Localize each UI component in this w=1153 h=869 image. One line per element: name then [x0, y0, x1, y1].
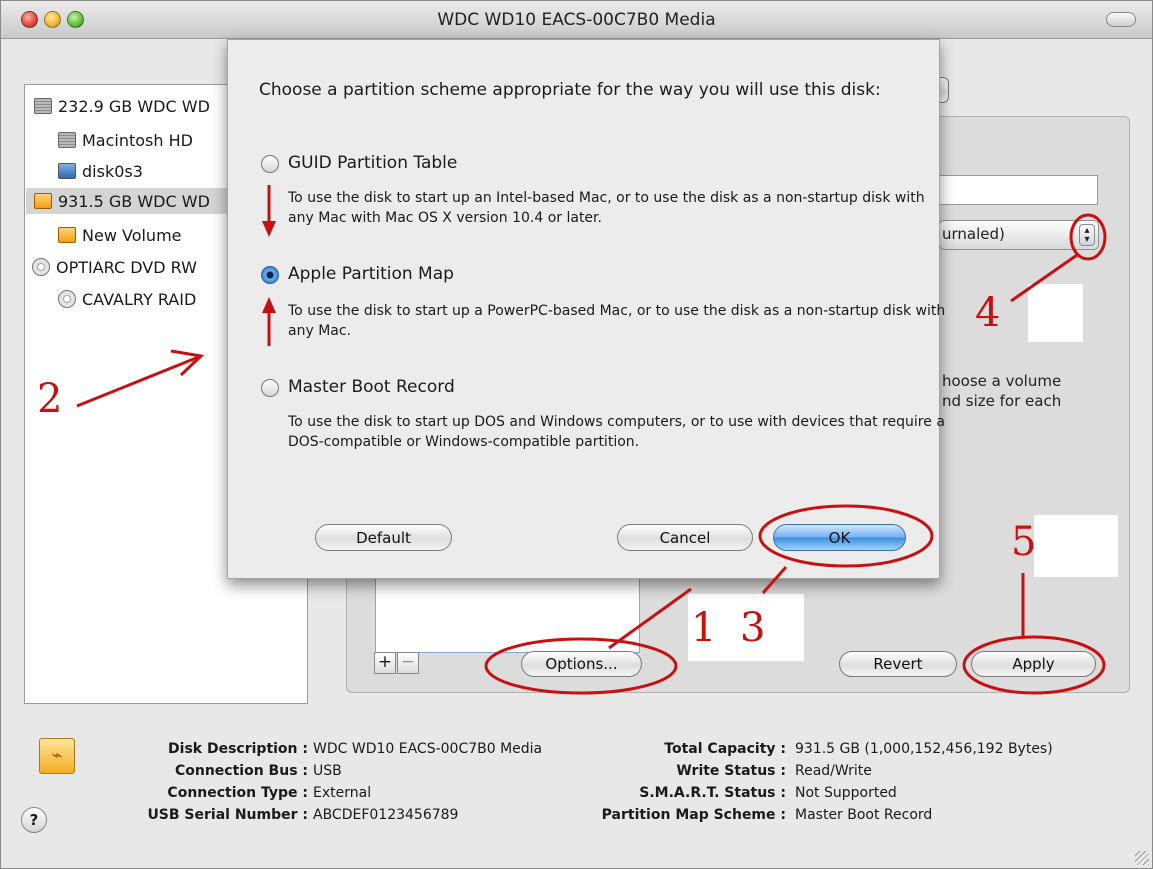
connection-type-value: External [313, 785, 372, 801]
optical-drive-icon [32, 258, 50, 276]
usb-serial-number-label: USB Serial Number : [147, 807, 308, 823]
sidebar-item-new-volume[interactable]: New Volume [58, 222, 182, 248]
format-popup-value: urnaled) [942, 225, 1005, 243]
connection-bus-value: USB [313, 763, 342, 779]
connection-bus-label: Connection Bus : [174, 763, 308, 779]
sidebar-item-label: New Volume [82, 225, 182, 245]
sheet-prompt: Choose a partition scheme appropriate fo… [259, 80, 881, 100]
revert-button[interactable]: Revert [839, 651, 957, 677]
apply-button[interactable]: Apply [971, 651, 1096, 677]
annotation-label-box [1028, 284, 1083, 342]
ok-button[interactable]: OK [773, 524, 906, 551]
total-capacity-value: 931.5 GB (1,000,152,456,192 Bytes) [795, 741, 1053, 757]
sidebar-item-cavalry-raid[interactable]: CAVALRY RAID [58, 286, 196, 312]
disk-utility-window: WDC WD10 EACS-00C7B0 Media 232.9 GB WDC … [0, 0, 1153, 869]
smart-status-label: S.M.A.R.T. Status : [639, 785, 786, 801]
sidebar-item-label: disk0s3 [82, 161, 143, 181]
window-title: WDC WD10 EACS-00C7B0 Media [437, 10, 716, 30]
sidebar-item-label: Macintosh HD [82, 130, 193, 150]
master-boot-record-label[interactable]: Master Boot Record [288, 377, 455, 397]
master-boot-record-radio[interactable] [261, 379, 279, 397]
partition-info-text: hoose a volume nd size for each [942, 371, 1061, 411]
add-partition-button[interactable]: + [374, 652, 396, 674]
partition-map-scheme-value: Master Boot Record [795, 807, 933, 823]
volume-icon [58, 132, 76, 148]
sidebar-item-label: 931.5 GB WDC WD [58, 191, 210, 211]
usb-serial-number-value: ABCDEF0123456789 [313, 807, 459, 823]
title-bar: WDC WD10 EACS-00C7B0 Media [1, 1, 1152, 39]
partition-scheme-sheet: Choose a partition scheme appropriate fo… [227, 39, 945, 579]
annotation-step-5: 5 [1011, 519, 1037, 565]
cancel-button[interactable]: Cancel [617, 524, 753, 551]
internal-disk-icon [34, 98, 52, 114]
default-button[interactable]: Default [315, 524, 452, 551]
format-popup[interactable]: urnaled) ▴ ▾ [939, 220, 1099, 250]
disk-description-value: WDC WD10 EACS-00C7B0 Media [313, 741, 543, 757]
toolbar-toggle-button[interactable] [1106, 12, 1136, 27]
sidebar-item-disk0s3[interactable]: disk0s3 [58, 158, 143, 184]
options-button[interactable]: Options... [521, 651, 642, 677]
write-status-value: Read/Write [795, 763, 872, 779]
help-button[interactable]: ? [21, 807, 47, 833]
annotation-label-box [1034, 515, 1118, 577]
disk-description-label: Disk Description : [168, 741, 308, 757]
sidebar-item-label: OPTIARC DVD RW [56, 257, 197, 277]
apple-partition-map-radio[interactable] [261, 266, 279, 284]
smart-status-value: Not Supported [795, 785, 897, 801]
sidebar-item-macintosh-hd[interactable]: Macintosh HD [58, 127, 193, 153]
guid-option-description: To use the disk to start up an Intel-bas… [288, 190, 925, 226]
sidebar-item-label: 232.9 GB WDC WD [58, 96, 210, 116]
annotation-step-4: 4 [975, 290, 1001, 336]
external-volume-icon [58, 227, 76, 243]
apple-partition-map-description: To use the disk to start up a PowerPC-ba… [288, 303, 946, 339]
resize-grip-icon[interactable] [1135, 851, 1149, 865]
optical-disc-icon [58, 290, 76, 308]
connection-type-label: Connection Type : [167, 785, 308, 801]
sidebar-item-internal-disk[interactable]: 232.9 GB WDC WD [34, 93, 210, 119]
sidebar-item-optical-drive[interactable]: OPTIARC DVD RW [32, 254, 197, 280]
total-capacity-label: Total Capacity : [664, 741, 786, 757]
annotation-step-3: 3 [740, 605, 766, 651]
external-disk-icon [34, 193, 52, 209]
info-line: nd size for each [942, 392, 1062, 410]
annotation-step-1: 1 [691, 605, 717, 651]
info-line: hoose a volume [942, 372, 1062, 390]
popup-arrows-icon: ▴ ▾ [1079, 224, 1095, 246]
annotation-step-2: 2 [37, 376, 63, 422]
sidebar-item-label: CAVALRY RAID [82, 289, 197, 309]
master-boot-record-description: To use the disk to start up DOS and Wind… [288, 414, 945, 450]
apple-partition-map-label[interactable]: Apple Partition Map [288, 264, 454, 284]
volume-name-field[interactable] [937, 175, 1098, 205]
remove-partition-button[interactable]: − [397, 652, 419, 674]
guid-option-label[interactable]: GUID Partition Table [288, 153, 457, 173]
volume-icon [58, 163, 76, 179]
partition-map-scheme-label: Partition Map Scheme : [601, 807, 786, 823]
write-status-label: Write Status : [676, 763, 786, 779]
guid-radio[interactable] [261, 155, 279, 173]
